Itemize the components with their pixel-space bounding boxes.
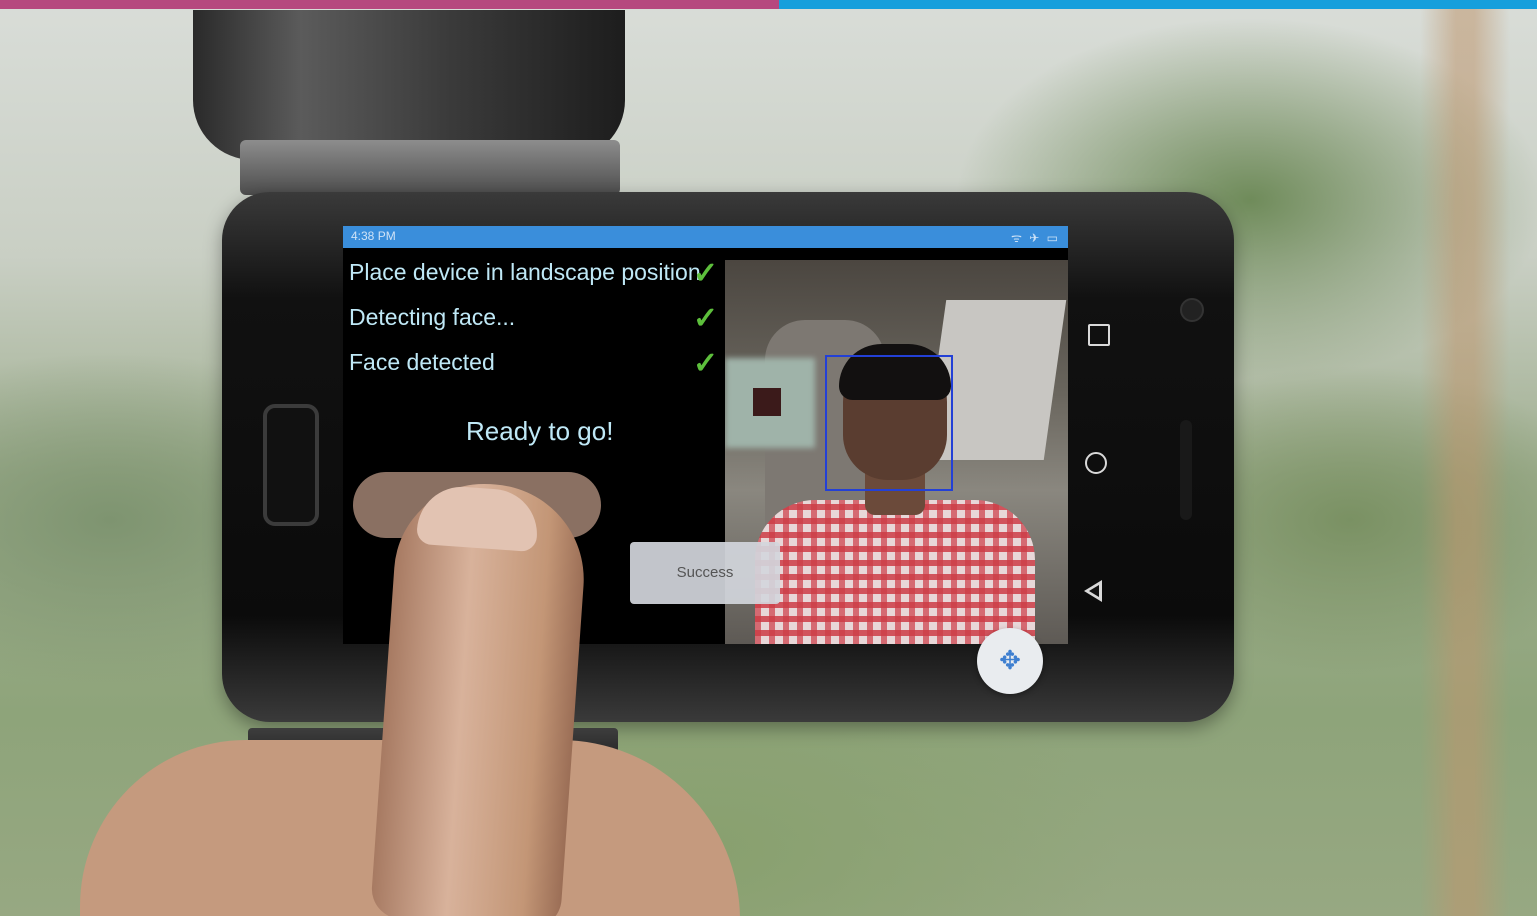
checklist-item-detected: Face detected [349, 349, 495, 375]
top-accent-bar-magenta [0, 0, 779, 9]
circle-icon[interactable] [1085, 452, 1107, 474]
front-camera [1180, 298, 1204, 322]
status-icons: ᯤ ✈ ▭ [1010, 231, 1060, 245]
background-pole [1420, 0, 1510, 916]
checklist-item-detecting: Detecting face... [349, 304, 516, 330]
scene: 4:38 PM ᯤ ✈ ▭ Place device in landscape … [0, 0, 1537, 916]
square-icon[interactable] [1088, 324, 1110, 346]
phone-mount-clip-top [240, 140, 620, 195]
checklist-item-landscape: Place device in landscape position [349, 259, 701, 285]
face-detection-box [825, 355, 953, 491]
android-nav-bar [1070, 300, 1120, 640]
ready-text: Ready to go! [466, 416, 614, 446]
status-time: 4:38 PM [351, 229, 396, 243]
floating-action-button[interactable]: ✥ [977, 628, 1043, 694]
toast-text: Success [676, 564, 734, 581]
move-arrows-icon: ✥ [999, 645, 1021, 675]
check-icon: ✓ [693, 302, 719, 335]
success-toast: Success [630, 542, 780, 604]
speaker-grille [1180, 420, 1192, 520]
triangle-back-icon-inner [1089, 585, 1099, 597]
blurred-patch-center [753, 388, 781, 416]
checked-shirt [755, 500, 1035, 644]
status-bar: 4:38 PM ᯤ ✈ ▭ [343, 226, 1068, 248]
top-accent-bar-blue [779, 0, 1537, 9]
phone-mount-cylinder [193, 10, 625, 160]
check-icon: ✓ [693, 257, 719, 290]
check-icon: ✓ [693, 347, 719, 380]
home-key[interactable] [263, 404, 319, 526]
